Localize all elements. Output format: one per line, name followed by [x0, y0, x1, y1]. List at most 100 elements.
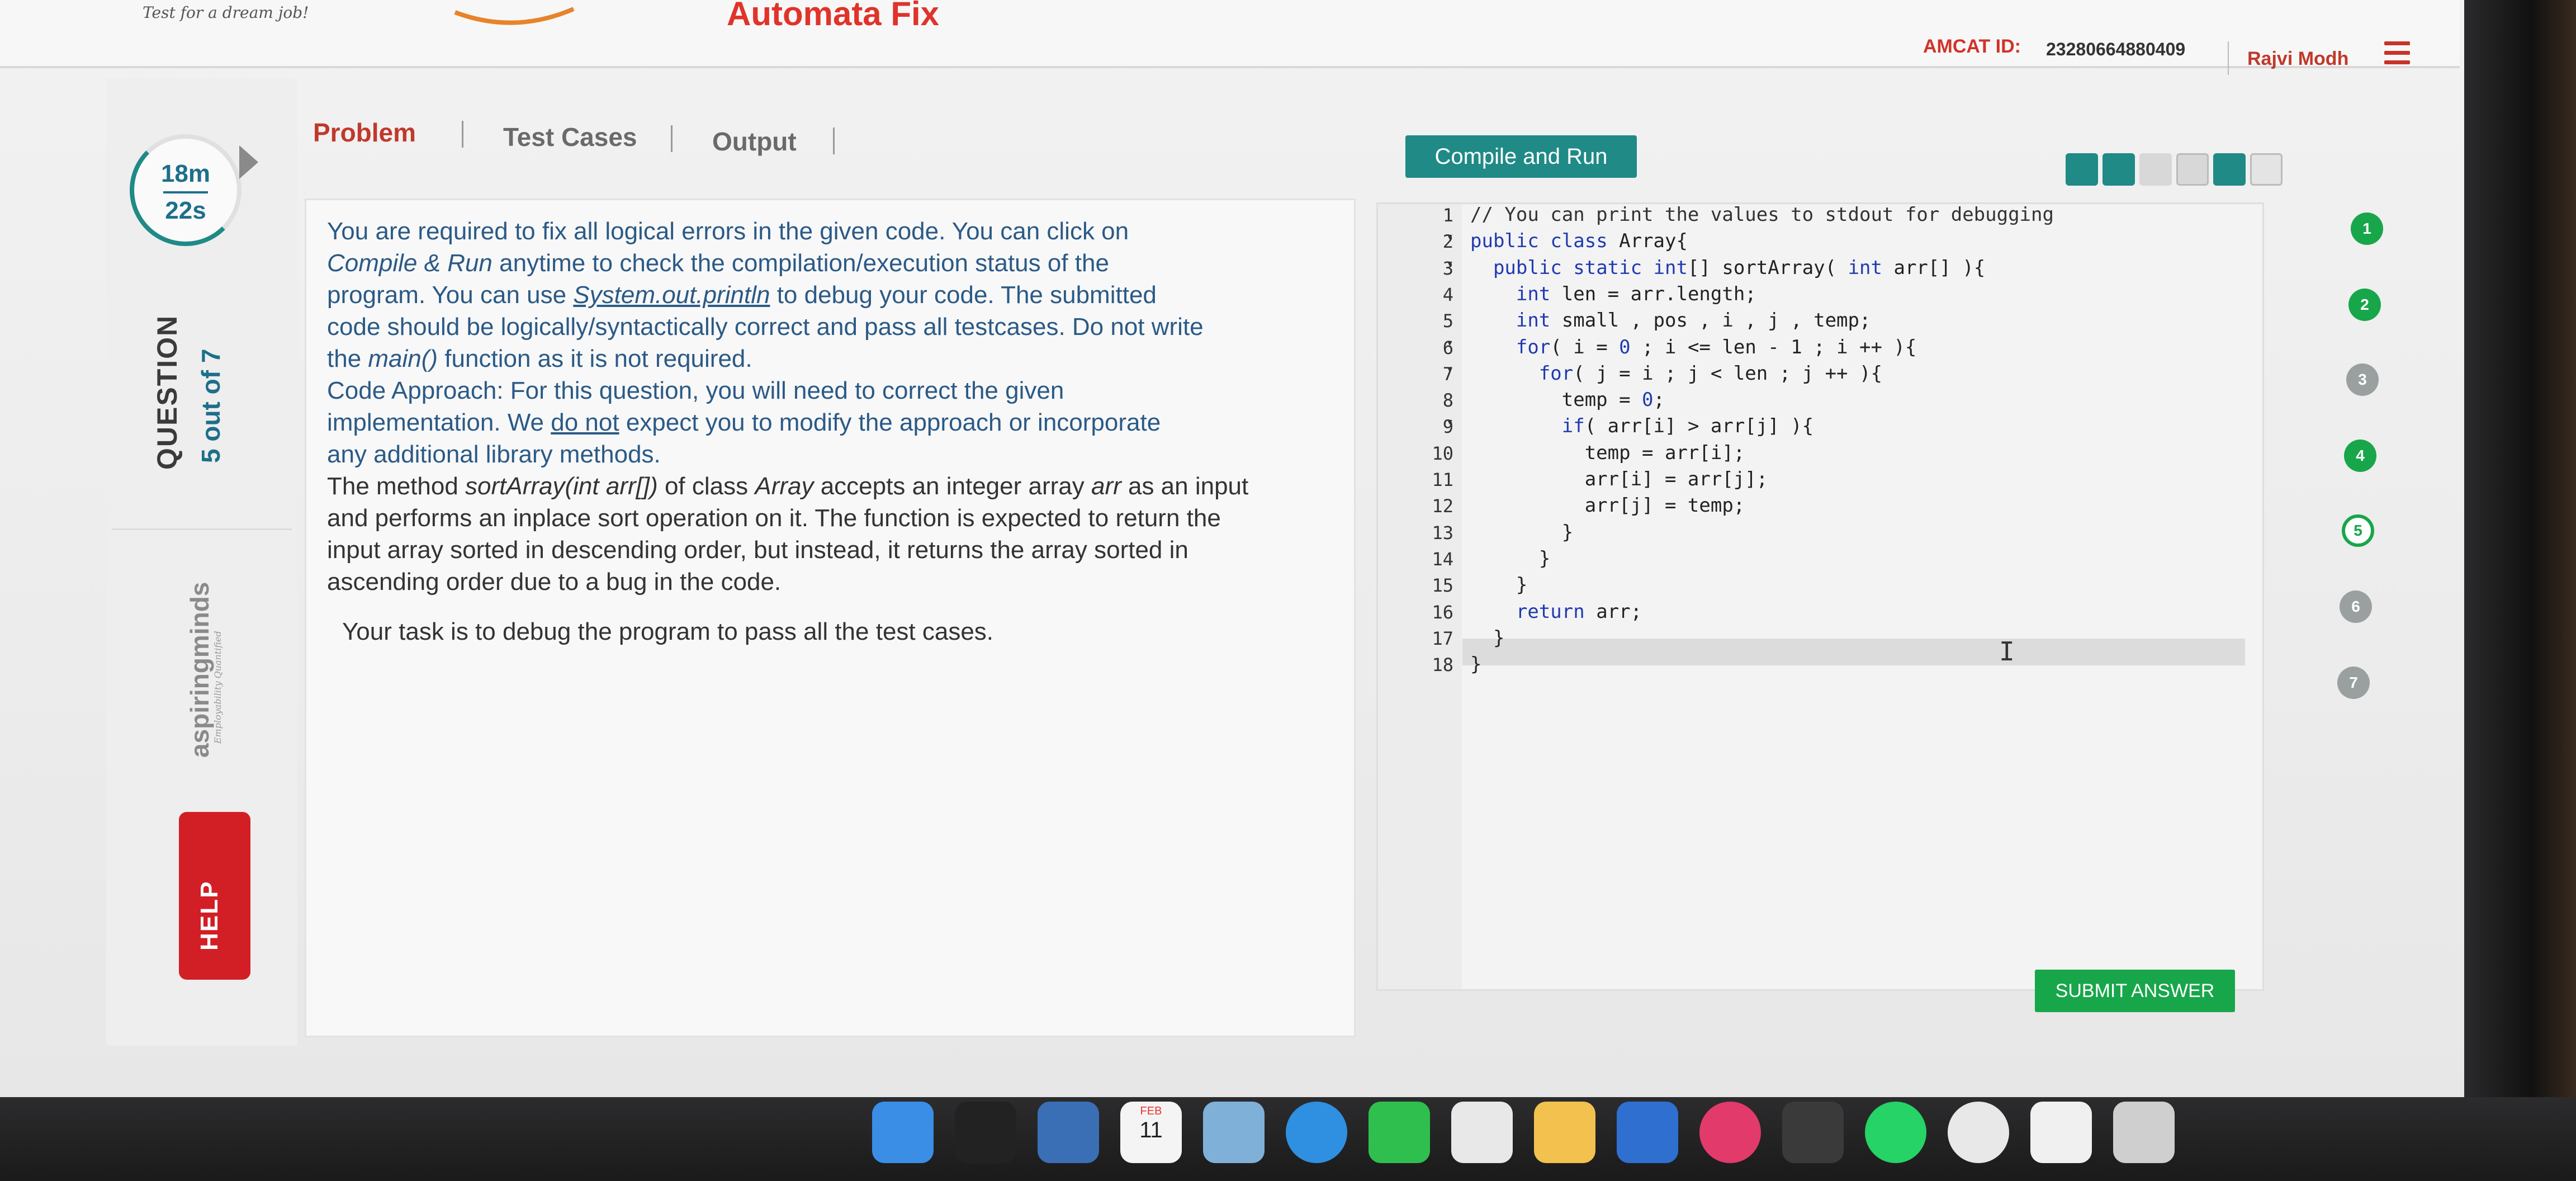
code-line[interactable]: // You can print the values to stdout fo… [1470, 204, 2054, 226]
problem-text: code should be logically/syntactically c… [327, 313, 1204, 341]
tab-separator [462, 121, 463, 148]
question-label: QUESTION [151, 314, 183, 470]
brand-swoosh-icon [454, 7, 575, 25]
code-line[interactable]: } [1470, 627, 1504, 649]
user-name[interactable]: Rajvi Modh [2247, 48, 2348, 70]
line-number: 10 [1432, 442, 1453, 464]
question-nav-2[interactable]: 2 [2348, 289, 2381, 321]
problem-text: of class [657, 473, 755, 500]
code-line[interactable]: int len = arr.length; [1470, 283, 1756, 305]
code-line[interactable]: public class Array{ [1470, 230, 1688, 252]
problem-text: the [327, 345, 368, 372]
problem-emphasis: Compile & Run [327, 249, 493, 277]
code-line[interactable]: temp = 0; [1470, 389, 1665, 411]
safari-icon[interactable] [1286, 1102, 1347, 1163]
settings-icon[interactable] [2139, 153, 2172, 186]
problem-text: function as it is not required. [438, 345, 752, 372]
code-line[interactable]: } [1470, 521, 1573, 544]
textedit-icon[interactable] [1451, 1102, 1513, 1163]
keynote-icon[interactable] [1617, 1102, 1678, 1163]
problem-text: and performs an inplace sort operation o… [327, 504, 1221, 532]
timer-seconds: 22s [165, 197, 206, 224]
help-label[interactable]: HELP [196, 881, 224, 951]
sublime-icon[interactable] [1782, 1102, 1844, 1163]
problem-text: implementation. We [327, 409, 551, 436]
aspiringminds-tagline: Employability Quantified [212, 631, 223, 744]
line-number: 5 [1442, 310, 1453, 332]
code-line[interactable]: } [1470, 653, 1481, 675]
fold-arrow-icon[interactable]: ▾ [1431, 336, 1453, 350]
code-line[interactable]: int small , pos , i , j , temp; [1470, 309, 1871, 332]
app-title: Automata Fix [727, 0, 940, 32]
fold-arrow-icon[interactable]: ▾ [1431, 230, 1453, 244]
music-icon[interactable] [1699, 1102, 1761, 1163]
macos-dock: FEB 11 [872, 1085, 2247, 1181]
code-line[interactable]: arr[i] = arr[j]; [1470, 468, 1768, 490]
reset-icon[interactable] [2066, 153, 2098, 186]
code-line[interactable]: return arr; [1470, 601, 1642, 623]
trash-icon[interactable] [2113, 1102, 2175, 1163]
task-statement: Your task is to debug the program to pas… [342, 618, 994, 645]
hamburger-menu-icon[interactable] [2384, 41, 2410, 69]
layout-icon[interactable] [2176, 153, 2209, 186]
photos-icon[interactable] [1203, 1102, 1265, 1163]
submit-answer-button[interactable]: SUBMIT ANSWER [2035, 970, 2235, 1012]
code-line[interactable]: } [1470, 547, 1550, 570]
line-number: 15 [1432, 575, 1453, 597]
line-number: 14 [1432, 548, 1453, 570]
preview-icon[interactable] [1038, 1102, 1099, 1163]
line-number: 17 [1432, 627, 1453, 649]
fold-arrow-icon[interactable]: ▾ [1431, 415, 1453, 429]
problem-text: to debug your code. The submitted [770, 281, 1157, 309]
problem-text: program. You can use [327, 281, 574, 309]
countdown-timer: 18m 22s [130, 134, 242, 246]
problem-emphasis: Array [755, 473, 814, 500]
timer-minutes: 18m [160, 160, 211, 187]
problem-text: You are required to fix all logical erro… [327, 218, 1129, 245]
problem-text: as an input [1121, 473, 1249, 500]
finder-icon[interactable] [872, 1102, 934, 1163]
whatsapp-icon[interactable] [1865, 1102, 1926, 1163]
question-nav-4[interactable]: 4 [2344, 440, 2376, 472]
question-nav-3[interactable]: 3 [2346, 363, 2379, 396]
fold-arrow-icon[interactable]: ▾ [1431, 362, 1453, 376]
tab-problem[interactable]: Problem [313, 117, 416, 148]
code-line[interactable]: public static int[] sortArray( int arr[]… [1470, 257, 1985, 279]
fullscreen-icon[interactable] [2213, 153, 2246, 186]
aspiringminds-logo: aspiringminds [185, 582, 214, 758]
code-line[interactable]: } [1470, 574, 1527, 596]
tab-separator [833, 127, 835, 154]
save-icon[interactable] [2103, 153, 2135, 186]
calendar-month: FEB [1140, 1105, 1162, 1117]
question-nav-5[interactable]: 5 [2342, 514, 2374, 547]
line-number: 4 [1442, 284, 1453, 305]
code-line[interactable]: arr[j] = temp; [1470, 494, 1745, 517]
problem-text: expect you to modify the approach or inc… [619, 409, 1161, 436]
facetime-icon[interactable] [1368, 1102, 1430, 1163]
code-line[interactable]: temp = arr[i]; [1470, 442, 1745, 464]
fold-arrow-icon[interactable]: ▾ [1431, 257, 1453, 271]
question-nav-7[interactable]: 7 [2337, 667, 2370, 699]
laptop-bezel [2464, 0, 2576, 1181]
line-number: 13 [1432, 522, 1453, 544]
code-line[interactable]: for( j = i ; j < len ; j ++ ){ [1470, 362, 1882, 385]
split-icon[interactable] [2250, 153, 2283, 186]
code-line[interactable]: for( i = 0 ; i <= len - 1 ; i ++ ){ [1470, 336, 1916, 358]
compile-and-run-button[interactable]: Compile and Run [1405, 135, 1637, 178]
tab-output[interactable]: Output [712, 126, 797, 157]
line-number: 11 [1432, 469, 1453, 490]
documents-icon[interactable] [2030, 1102, 2092, 1163]
problem-emphasis: do not [551, 409, 619, 436]
question-nav-1[interactable]: 1 [2351, 212, 2383, 245]
chrome-icon[interactable] [1948, 1102, 2009, 1163]
code-line[interactable]: if( arr[i] > arr[j] ){ [1470, 415, 1813, 437]
calendar-icon[interactable]: FEB 11 [1120, 1102, 1182, 1163]
problem-text: ascending order due to a bug in the code… [327, 568, 782, 596]
tab-test-cases[interactable]: Test Cases [503, 122, 637, 152]
notes-icon[interactable] [1534, 1102, 1595, 1163]
question-nav-6[interactable]: 6 [2340, 590, 2372, 623]
active-line-highlight [1462, 639, 2245, 665]
line-number: 1 [1442, 205, 1453, 226]
terminal-icon[interactable] [955, 1102, 1016, 1163]
collapse-arrow-icon[interactable] [239, 145, 258, 179]
